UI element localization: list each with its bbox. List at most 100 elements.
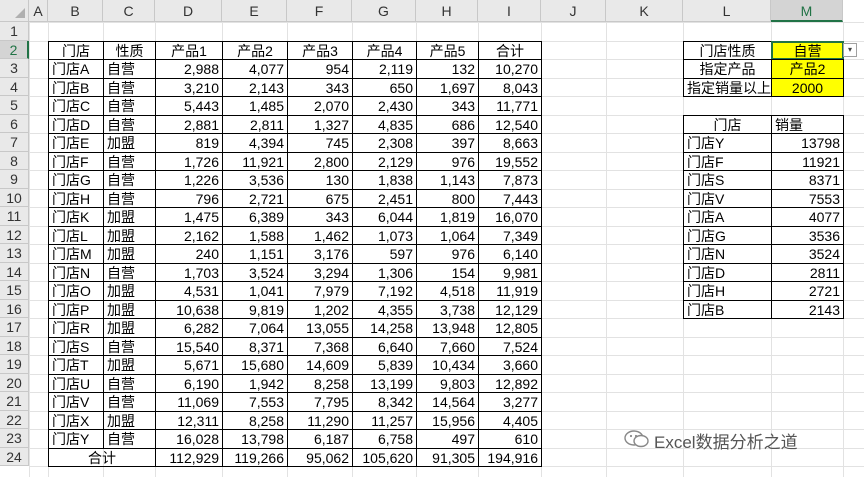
result-table-cell[interactable]: 门店B (683, 299, 772, 319)
result-table-cell[interactable]: 门店D (683, 262, 772, 282)
total-value-cell[interactable]: 112,929 (155, 447, 223, 467)
main-table-cell[interactable]: 154 (416, 262, 479, 282)
total-value-cell[interactable]: 194,916 (478, 447, 542, 467)
main-table-cell[interactable]: 7,873 (478, 170, 542, 190)
main-table-cell[interactable]: 门店S (48, 336, 104, 356)
main-table-cell[interactable]: 12,129 (478, 299, 542, 319)
main-table-cell[interactable]: 15,680 (222, 355, 288, 375)
main-table-cell[interactable]: 自营 (103, 114, 156, 134)
main-table-cell[interactable]: 12,805 (478, 318, 542, 338)
main-table-cell[interactable]: 14,564 (416, 392, 479, 412)
main-table-cell[interactable]: 3,660 (478, 355, 542, 375)
main-table-cell[interactable]: 3,738 (416, 299, 479, 319)
main-table-cell[interactable]: 1,202 (287, 299, 353, 319)
main-table-cell[interactable]: 加盟 (103, 281, 156, 301)
main-table-cell[interactable]: 门店C (48, 96, 104, 116)
main-table-cell[interactable]: 7,979 (287, 281, 353, 301)
main-table-cell[interactable]: 6,640 (352, 336, 417, 356)
result-table-cell[interactable]: 门店N (683, 244, 772, 264)
main-table-cell[interactable]: 1,819 (416, 207, 479, 227)
main-table-cell[interactable]: 3,294 (287, 262, 353, 282)
row-header-18[interactable]: 18 (0, 336, 29, 355)
main-table-cell[interactable]: 1,697 (416, 77, 479, 97)
main-table-cell[interactable]: 610 (478, 429, 542, 449)
main-table-cell[interactable]: 10,270 (478, 59, 542, 79)
main-table-cell[interactable]: 自营 (103, 262, 156, 282)
main-table-cell[interactable]: 自营 (103, 392, 156, 412)
row-header-5[interactable]: 5 (0, 96, 29, 115)
main-table-cell[interactable]: 11,257 (352, 410, 417, 430)
row-header-4[interactable]: 4 (0, 77, 29, 96)
main-table-cell[interactable]: 1,462 (287, 225, 353, 245)
main-table-cell[interactable]: 16,070 (478, 207, 542, 227)
main-table-cell[interactable]: 9,981 (478, 262, 542, 282)
main-table-cell[interactable]: 675 (287, 188, 353, 208)
result-table-cell[interactable]: 2811 (771, 262, 844, 282)
main-table-cell[interactable]: 6,758 (352, 429, 417, 449)
row-header-8[interactable]: 8 (0, 151, 29, 170)
main-table-cell[interactable]: 6,140 (478, 244, 542, 264)
criteria-value-cell[interactable]: 产品2 (771, 59, 844, 79)
row-header-12[interactable]: 12 (0, 225, 29, 244)
column-header-M[interactable]: M (771, 0, 843, 22)
main-table-cell[interactable]: 加盟 (103, 318, 156, 338)
result-table-cell[interactable]: 门店A (683, 207, 772, 227)
main-table-cell[interactable]: 门店T (48, 355, 104, 375)
main-table-cell[interactable]: 1,703 (155, 262, 223, 282)
row-header-6[interactable]: 6 (0, 114, 29, 133)
main-table-cell[interactable]: 11,290 (287, 410, 353, 430)
main-header-cell[interactable]: 产品3 (287, 40, 353, 60)
main-table-cell[interactable]: 240 (155, 244, 223, 264)
main-table-cell[interactable]: 12,311 (155, 410, 223, 430)
select-all-corner[interactable] (0, 0, 29, 22)
main-table-cell[interactable]: 7,660 (416, 336, 479, 356)
row-header-7[interactable]: 7 (0, 133, 29, 152)
main-table-cell[interactable]: 1,151 (222, 244, 288, 264)
main-table-cell[interactable]: 加盟 (103, 410, 156, 430)
main-header-cell[interactable]: 性质 (103, 40, 156, 60)
main-table-cell[interactable]: 819 (155, 133, 223, 153)
result-header-cell[interactable]: 销量 (771, 114, 844, 134)
main-table-cell[interactable]: 门店M (48, 244, 104, 264)
main-table-cell[interactable]: 11,921 (222, 151, 288, 171)
main-table-cell[interactable]: 8,258 (222, 410, 288, 430)
main-table-cell[interactable]: 397 (416, 133, 479, 153)
main-table-cell[interactable]: 门店O (48, 281, 104, 301)
main-table-cell[interactable]: 自营 (103, 373, 156, 393)
result-table-cell[interactable]: 门店G (683, 225, 772, 245)
main-table-cell[interactable]: 16,028 (155, 429, 223, 449)
main-header-cell[interactable]: 产品1 (155, 40, 223, 60)
criteria-label-cell[interactable]: 指定销量以上 (683, 77, 772, 97)
column-header-F[interactable]: F (287, 0, 352, 22)
main-table-cell[interactable]: 3,210 (155, 77, 223, 97)
main-table-cell[interactable]: 343 (416, 96, 479, 116)
main-table-cell[interactable]: 13,798 (222, 429, 288, 449)
column-header-L[interactable]: L (683, 0, 771, 22)
main-table-cell[interactable]: 自营 (103, 77, 156, 97)
column-header-I[interactable]: I (478, 0, 541, 22)
main-table-cell[interactable]: 6,044 (352, 207, 417, 227)
total-value-cell[interactable]: 95,062 (287, 447, 353, 467)
row-header-1[interactable]: 1 (0, 22, 29, 41)
result-table-cell[interactable]: 门店V (683, 188, 772, 208)
main-table-cell[interactable]: 4,355 (352, 299, 417, 319)
main-table-cell[interactable]: 7,524 (478, 336, 542, 356)
main-table-cell[interactable]: 门店R (48, 318, 104, 338)
main-table-cell[interactable]: 2,881 (155, 114, 223, 134)
main-table-cell[interactable]: 2,430 (352, 96, 417, 116)
main-table-cell[interactable]: 11,069 (155, 392, 223, 412)
row-header-21[interactable]: 21 (0, 392, 29, 411)
main-table-cell[interactable]: 3,536 (222, 170, 288, 190)
main-table-cell[interactable]: 15,540 (155, 336, 223, 356)
main-table-cell[interactable]: 800 (416, 188, 479, 208)
main-table-cell[interactable]: 自营 (103, 429, 156, 449)
criteria-label-cell[interactable]: 指定产品 (683, 59, 772, 79)
main-table-cell[interactable]: 6,190 (155, 373, 223, 393)
column-header-C[interactable]: C (103, 0, 155, 22)
row-header-2[interactable]: 2 (0, 40, 29, 59)
main-table-cell[interactable]: 14,609 (287, 355, 353, 375)
column-header-J[interactable]: J (541, 0, 606, 22)
spreadsheet-grid[interactable]: A B C D E F G H I J K L M 1 2 3 4 5 6 7 8 9 10 11 12 13 14 15 16 17 18… (0, 0, 864, 477)
main-table-cell[interactable]: 10,638 (155, 299, 223, 319)
total-value-cell[interactable]: 91,305 (416, 447, 479, 467)
